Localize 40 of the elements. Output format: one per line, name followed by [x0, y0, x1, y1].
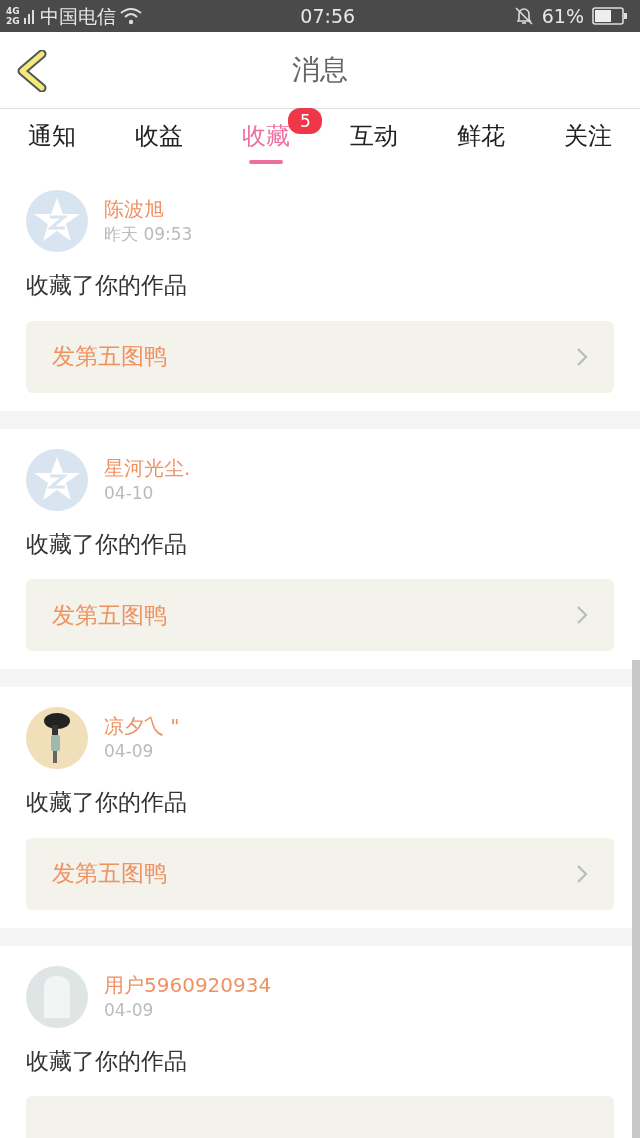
battery-percent: 61% — [541, 3, 584, 29]
tab[interactable]: 关注 — [559, 109, 616, 170]
user-name[interactable]: 用户5960920934 — [104, 971, 272, 998]
count-badge: 5 — [288, 107, 323, 134]
bell-muted-icon — [513, 6, 534, 26]
tab[interactable]: 互动 — [345, 109, 402, 170]
work-title: 发第五图鸭 — [52, 859, 167, 889]
message-time: 04-09 — [104, 998, 155, 1022]
avatar-icon — [26, 448, 88, 511]
avatar-icon — [26, 190, 88, 252]
status-time: 07:56 — [300, 3, 356, 29]
work-title: 发第五图鸭 — [52, 342, 167, 372]
message-text: 收藏了你的作品 — [26, 788, 188, 817]
tab[interactable]: 通知 — [24, 109, 80, 170]
user-name[interactable]: 陈波旭 — [104, 196, 193, 222]
message-time: 04-10 — [104, 481, 155, 505]
carrier-name: 中国电信 — [39, 3, 116, 29]
message-text: 收藏了你的作品 — [26, 1046, 188, 1076]
wifi-icon — [119, 7, 142, 25]
chevron-right-icon — [576, 346, 588, 367]
user-name[interactable]: 星河光尘. — [104, 454, 191, 481]
chevron-right-icon — [576, 863, 588, 884]
message-time: 昨天 09:53 — [104, 223, 193, 246]
page-title: 消息 — [292, 52, 348, 88]
tab[interactable]: 鲜花 — [452, 109, 509, 170]
chevron-right-icon — [576, 605, 588, 625]
work-card[interactable]: 发第五图鸭 — [26, 837, 614, 910]
message-text: 收藏了你的作品 — [26, 271, 188, 300]
avatar-icon — [26, 965, 88, 1028]
battery-icon — [592, 7, 628, 25]
network-label: 4G — [6, 6, 20, 16]
message-time: 04-09 — [104, 740, 155, 763]
network-label: 2G — [6, 16, 20, 26]
message-text: 收藏了你的作品 — [26, 529, 188, 559]
work-title: 发第五图鸭 — [52, 600, 167, 630]
signal-icon — [23, 8, 36, 24]
user-name[interactable]: 凉夕乀 " — [104, 713, 180, 739]
tab[interactable]: 收益 — [131, 109, 188, 170]
work-card[interactable]: 发第五图鸭 — [26, 320, 614, 393]
work-card[interactable]: 发第五图鸭 — [26, 579, 614, 651]
